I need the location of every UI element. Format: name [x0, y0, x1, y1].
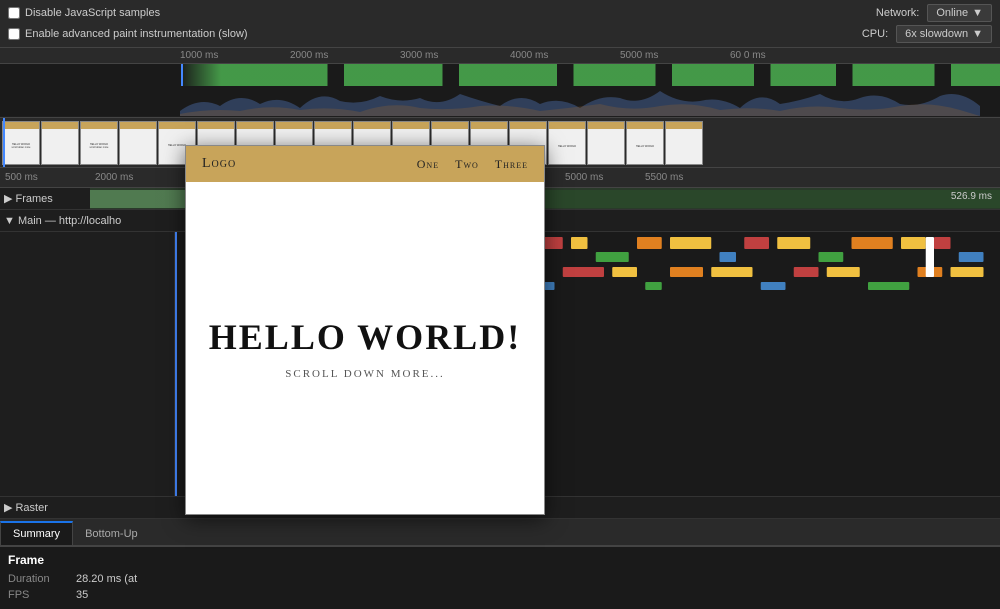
toolbar-row-2: Enable advanced paint instrumentation (s… [8, 25, 992, 43]
ruler-5500: 5500 ms [645, 172, 683, 183]
enable-paint-checkbox-label[interactable]: Enable advanced paint instrumentation (s… [8, 28, 248, 40]
enable-paint-label: Enable advanced paint instrumentation (s… [25, 28, 248, 40]
screenshot-popup: Logo One Two Three Hello World! Scroll d… [185, 145, 545, 515]
ruler-1000: 1000 ms [180, 50, 290, 61]
enable-paint-checkbox[interactable] [8, 28, 20, 40]
fps-green-bars [180, 64, 1000, 86]
film-frame[interactable]: HELLO WORLDscroll down more [80, 121, 118, 165]
devtools-panel: Disable JavaScript samples Network: Onli… [0, 0, 1000, 609]
main-track-label[interactable]: ▼ Main — http://localho [0, 215, 175, 227]
film-frame[interactable] [665, 121, 703, 165]
film-frame[interactable] [587, 121, 625, 165]
toolbar-right-2: CPU: 6x slowdown ▼ [862, 25, 992, 43]
ruler-2000: 2000 ms [290, 50, 400, 61]
popup-body: Hello World! Scroll down more... [186, 182, 544, 514]
frames-expand-icon: ▶ [4, 192, 12, 205]
popup-nav-items: One Two Three [417, 157, 528, 172]
popup-navbar: Logo One Two Three [186, 146, 544, 182]
film-frame[interactable]: HELLO WORLDscroll down more [2, 121, 40, 165]
summary-panel: Frame Duration 28.20 ms (at FPS 35 [0, 547, 1000, 609]
summary-duration-row: Duration 28.20 ms (at [8, 571, 992, 587]
tab-bottom-up[interactable]: Bottom-Up [73, 522, 150, 545]
summary-duration-value: 28.20 ms (at [76, 573, 137, 585]
raster-expand-icon: ▶ [4, 501, 12, 514]
cpu-dropdown[interactable]: 6x slowdown ▼ [896, 25, 992, 43]
film-frame[interactable] [119, 121, 157, 165]
ruler-5000b: 5000 ms [565, 172, 645, 183]
cpu-chart [180, 86, 1000, 116]
ruler-6000: 60 0 ms [730, 50, 766, 61]
film-frame[interactable]: HELLO WORLD [626, 121, 664, 165]
chevron-down-icon: ▼ [972, 7, 983, 19]
summary-fps-row: FPS 35 [8, 587, 992, 603]
popup-subtext: Scroll down more... [285, 368, 445, 380]
tab-summary[interactable]: Summary [0, 521, 73, 545]
toolbar-right-1: Network: Online ▼ [876, 4, 992, 22]
ruler-4000: 4000 ms [510, 50, 620, 61]
toolbar: Disable JavaScript samples Network: Onli… [0, 0, 1000, 48]
film-frame[interactable] [41, 121, 79, 165]
ruler-2000b: 2000 ms [95, 172, 195, 183]
network-label: Network: [876, 7, 919, 19]
disable-js-label: Disable JavaScript samples [25, 7, 160, 19]
frames-label[interactable]: ▶ Frames [0, 192, 90, 205]
timeline-cursor [181, 64, 183, 86]
timeline-overview[interactable]: 1000 ms 2000 ms 3000 ms 4000 ms 5000 ms … [0, 48, 1000, 118]
popup-nav-three: Three [495, 157, 528, 172]
flame-left-panel [0, 232, 175, 496]
summary-fps-label: FPS [8, 589, 68, 601]
summary-frame-title: Frame [8, 553, 992, 567]
ruler-500: 500 ms [0, 172, 95, 183]
toolbar-row-1: Disable JavaScript samples Network: Onli… [8, 4, 992, 22]
summary-fps-value: 35 [76, 589, 88, 601]
flame-cursor [175, 232, 177, 496]
ruler-5000: 5000 ms [620, 50, 730, 61]
bottom-tabs: Summary Bottom-Up [0, 519, 1000, 547]
popup-headline: Hello World! [209, 316, 521, 358]
filmstrip-cursor [3, 118, 5, 167]
film-frame[interactable]: HELLO WORLD [548, 121, 586, 165]
disable-js-checkbox[interactable] [8, 7, 20, 19]
summary-duration-label: Duration [8, 573, 68, 585]
popup-logo: Logo [202, 156, 236, 172]
chevron-down-icon-2: ▼ [972, 28, 983, 40]
popup-nav-one: One [417, 157, 439, 172]
cpu-label: CPU: [862, 28, 888, 40]
network-dropdown[interactable]: Online ▼ [927, 4, 992, 22]
raster-label[interactable]: ▶ Raster [0, 501, 175, 514]
ruler-3000: 3000 ms [400, 50, 510, 61]
frames-time: 526.9 ms [951, 191, 992, 202]
disable-js-checkbox-label[interactable]: Disable JavaScript samples [8, 7, 160, 19]
popup-nav-two: Two [455, 157, 479, 172]
